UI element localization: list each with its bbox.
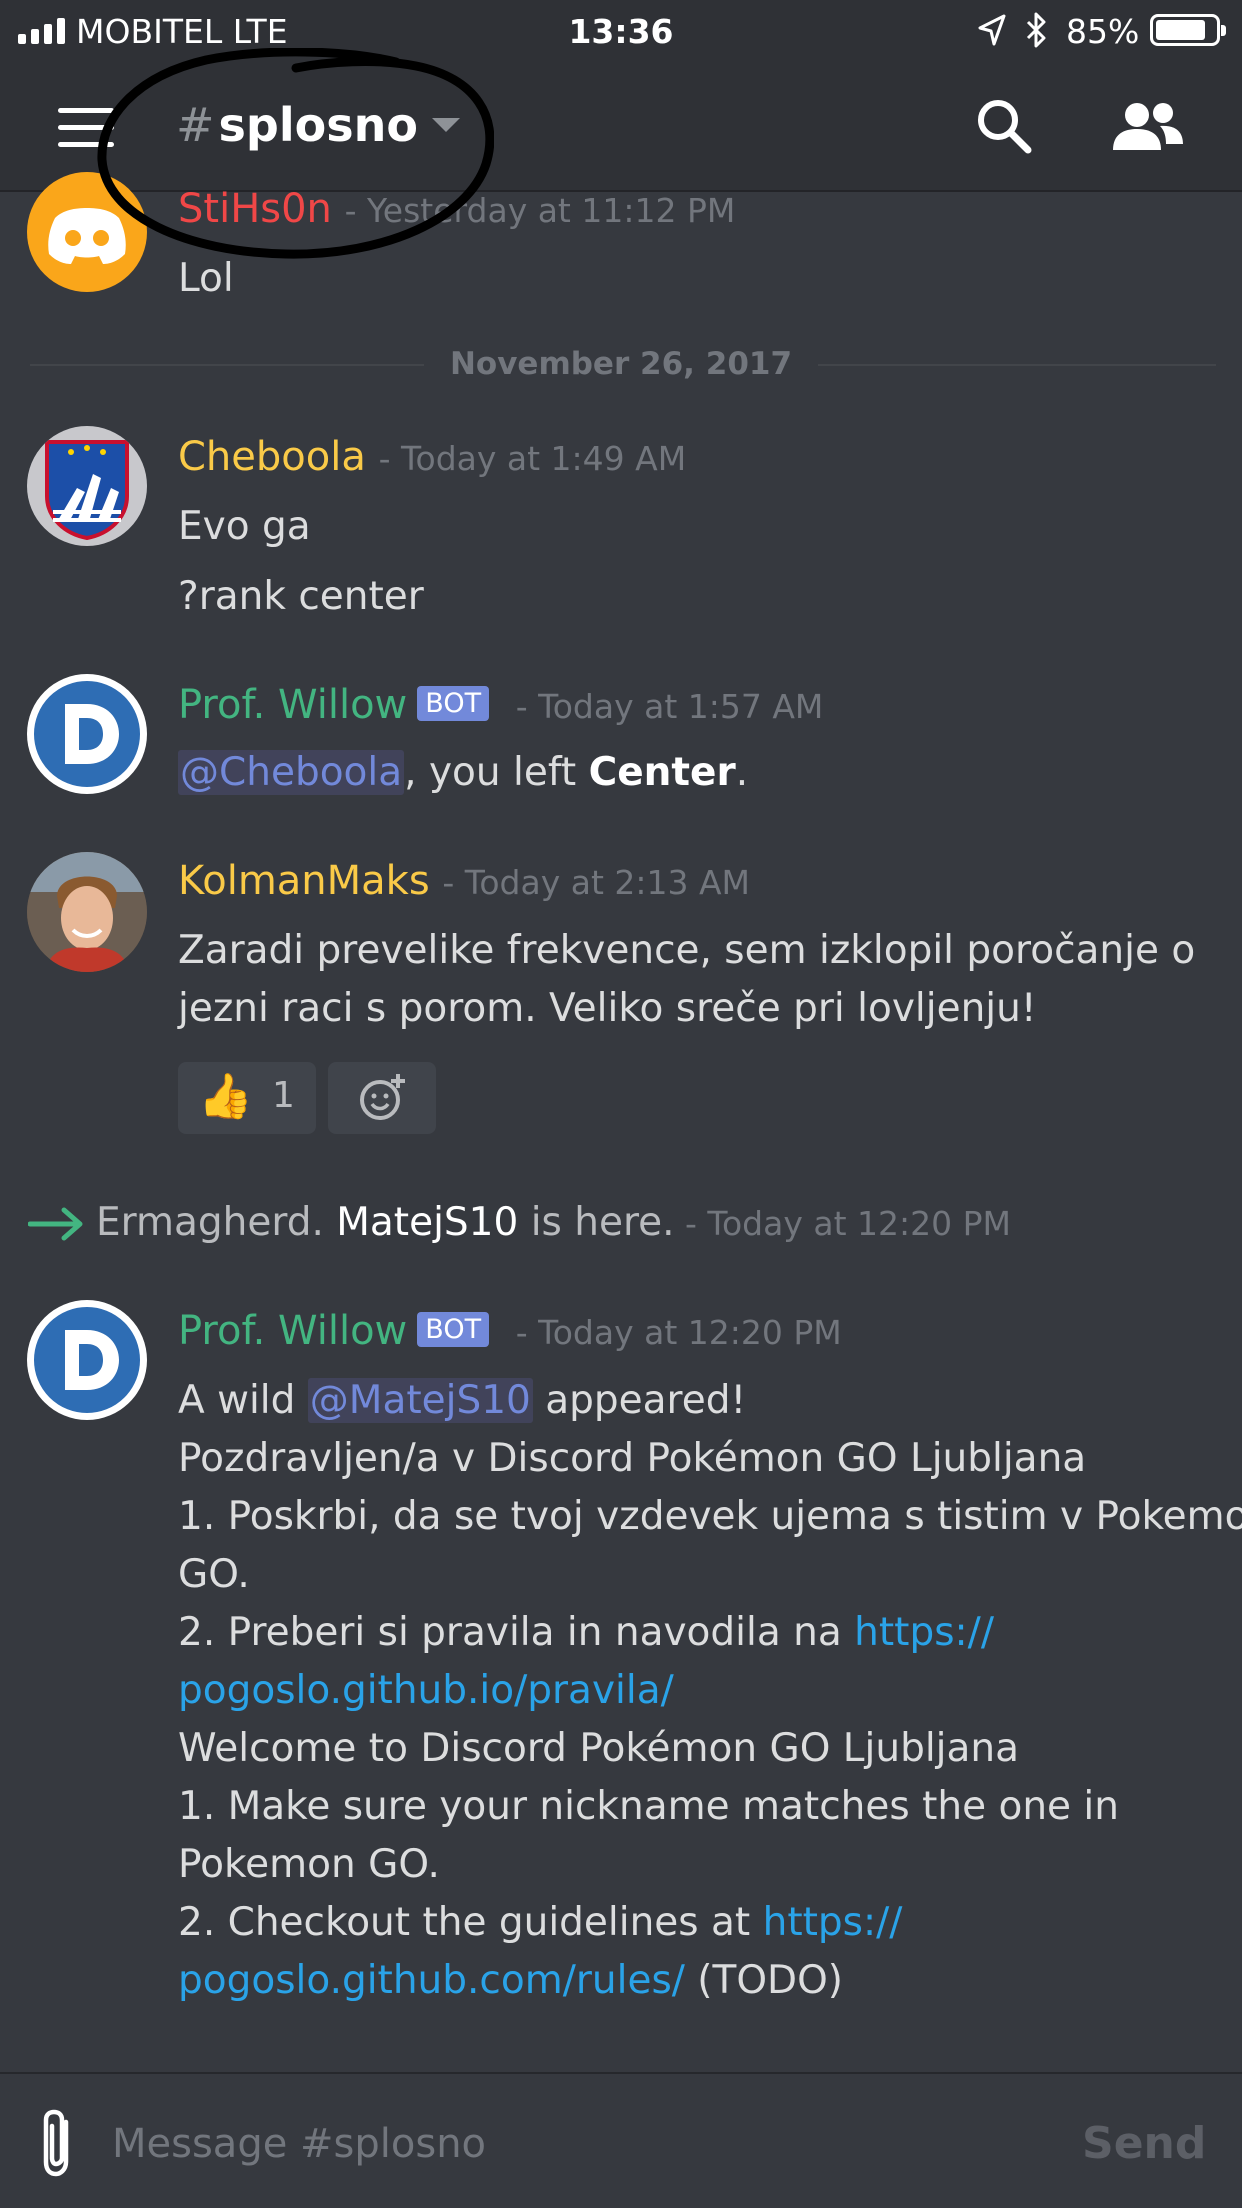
paperclip-icon[interactable] <box>36 2108 80 2180</box>
message-text: A wild @MatejS10 appeared! <box>178 1378 746 1423</box>
timestamp: - Today at 1:57 AM <box>515 687 824 726</box>
clock: 13:36 <box>568 12 674 51</box>
message-text-fragment: 2. Checkout the guidelines at <box>178 1900 763 1945</box>
channel-name: splosno <box>218 98 418 152</box>
members-icon[interactable] <box>1110 98 1186 158</box>
timestamp: - Today at 12:20 PM <box>674 1204 1011 1243</box>
author-name[interactable]: Prof. Willow <box>178 682 407 728</box>
message-text: jezni raci s porom. Veliko sreče pri lov… <box>178 986 1037 1031</box>
message-text: Evo ga <box>178 504 311 549</box>
battery-percent: 85% <box>1066 12 1140 51</box>
message-text: pogoslo.github.io/pravila/ <box>178 1668 674 1713</box>
message-text-fragment: A wild <box>178 1378 308 1423</box>
message-text: Pokemon GO. <box>178 1842 440 1887</box>
bot-tag: BOT <box>417 1312 490 1347</box>
avatar[interactable] <box>27 426 147 546</box>
link[interactable]: https:// <box>763 1900 903 1945</box>
bold-text: Center <box>588 750 736 795</box>
message-text-fragment: . <box>735 750 749 795</box>
user-photo <box>27 852 147 972</box>
user-mention[interactable]: @MatejS10 <box>307 1378 533 1423</box>
thumbs-up-icon: 👍 <box>198 1071 253 1122</box>
message-text-fragment: appeared! <box>532 1378 747 1423</box>
system-message-text: Ermagherd. <box>96 1200 337 1245</box>
timestamp: - Today at 12:20 PM <box>515 1313 842 1352</box>
link[interactable]: https:// <box>854 1610 994 1655</box>
timestamp: - Today at 1:49 AM <box>378 439 687 478</box>
link[interactable]: pogoslo.github.com/rules/ <box>178 1958 685 2003</box>
message-header: StiHs0n - Yesterday at 11:12 PM <box>178 186 735 232</box>
chevron-down-icon <box>431 118 460 132</box>
send-button[interactable]: Send <box>1082 2118 1206 2169</box>
timestamp: - Today at 2:13 AM <box>442 863 751 902</box>
message-text: Zaradi prevelike frekvence, sem izklopil… <box>178 928 1196 973</box>
user-mention[interactable]: @Cheboola <box>178 750 405 795</box>
location-icon <box>978 14 1006 46</box>
channel-title[interactable]: # splosno <box>176 98 460 152</box>
message-header: KolmanMaks - Today at 2:13 AM <box>178 858 750 904</box>
message-composer: Send <box>0 2072 1242 2208</box>
message-text-fragment: , you left <box>404 750 589 795</box>
author-name[interactable]: KolmanMaks <box>178 858 430 904</box>
message-text: 2. Checkout the guidelines at https:// <box>178 1900 902 1945</box>
avatar[interactable] <box>27 1300 147 1420</box>
avatar[interactable] <box>27 172 147 292</box>
message-header: Prof. Willow BOT - Today at 1:57 AM <box>178 682 823 728</box>
author-name[interactable]: Prof. Willow <box>178 1308 407 1354</box>
letter-d-icon <box>28 1301 146 1419</box>
search-icon[interactable] <box>974 96 1034 156</box>
menu-button[interactable] <box>58 108 114 148</box>
battery-fill <box>1156 20 1206 40</box>
top-bar: MOBITEL LTE 13:36 85% # splosno <box>0 0 1242 192</box>
discord-logo-icon <box>48 208 126 264</box>
reaction-thumbs-up[interactable]: 👍 1 <box>178 1062 316 1134</box>
date-divider: November 26, 2017 <box>0 346 1242 382</box>
message-text: 1. Poskrbi, da se tvoj vzdevek ujema s t… <box>178 1494 1242 1539</box>
reaction-count: 1 <box>272 1075 295 1116</box>
author-name[interactable]: StiHs0n <box>178 186 332 232</box>
username[interactable]: MatejS10 <box>336 1200 518 1245</box>
link[interactable]: pogoslo.github.io/pravila/ <box>178 1668 674 1713</box>
message-text: pogoslo.github.com/rules/ (TODO) <box>178 1958 843 2003</box>
bot-tag: BOT <box>417 686 490 721</box>
message-text-fragment: 2. Preberi si pravila in navodila na <box>178 1610 855 1655</box>
author-name[interactable]: Cheboola <box>178 434 366 480</box>
system-message: Ermagherd. MatejS10 is here. - Today at … <box>96 1200 1011 1245</box>
bluetooth-icon <box>1026 12 1046 48</box>
message-text: Pozdravljen/a v Discord Pokémon GO Ljubl… <box>178 1436 1087 1481</box>
message-header: Cheboola - Today at 1:49 AM <box>178 434 686 480</box>
avatar[interactable] <box>27 852 147 972</box>
channel-hash-icon: # <box>176 98 215 152</box>
message-header: Prof. Willow BOT - Today at 12:20 PM <box>178 1308 842 1354</box>
battery-icon <box>1150 14 1226 46</box>
message-text: 1. Make sure your nickname matches the o… <box>178 1784 1119 1829</box>
message-text: ?rank center <box>178 574 424 619</box>
message-text: @Cheboola, you left Center. <box>178 750 748 795</box>
add-emoji-icon <box>360 1074 405 1120</box>
message-input[interactable] <box>112 2112 1032 2176</box>
add-reaction-button[interactable] <box>328 1062 436 1134</box>
system-message-text: is here. <box>518 1200 675 1245</box>
adidas-crest-icon <box>45 440 129 541</box>
avatar[interactable] <box>27 674 147 794</box>
message-text: Lol <box>178 256 234 301</box>
timestamp: - Yesterday at 11:12 PM <box>344 191 736 230</box>
status-bar: MOBITEL LTE 13:36 85% <box>0 0 1242 62</box>
date-divider-label: November 26, 2017 <box>423 346 819 382</box>
join-arrow-icon <box>28 1207 83 1241</box>
message-text-fragment: (TODO) <box>684 1958 843 2003</box>
message-text: 2. Preberi si pravila in navodila na htt… <box>178 1610 994 1655</box>
message-text: Welcome to Discord Pokémon GO Ljubljana <box>178 1726 1020 1771</box>
message-text: GO. <box>178 1552 250 1597</box>
letter-d-icon <box>28 675 146 793</box>
